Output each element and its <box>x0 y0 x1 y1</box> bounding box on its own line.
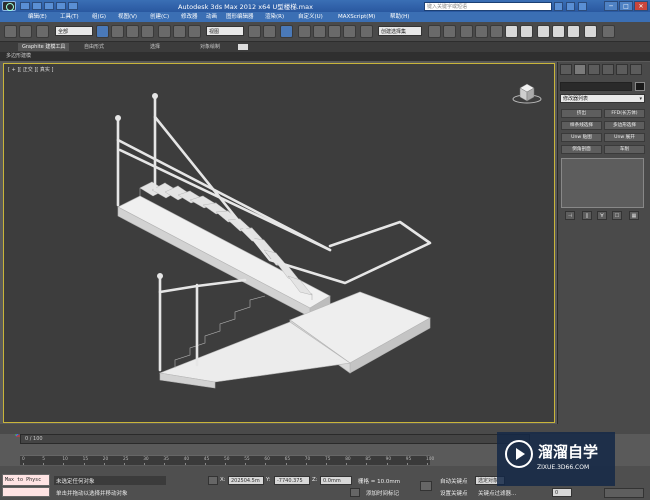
create-tab-icon[interactable] <box>560 64 572 75</box>
maxscript-listener[interactable]: Max to Physc <box>2 474 50 486</box>
timeline-tick-label: 25 <box>123 457 129 462</box>
timeline-tick-label: 100 <box>426 457 435 462</box>
object-name-field[interactable] <box>560 82 632 91</box>
configure-sets-icon[interactable]: ▦ <box>629 211 639 220</box>
watermark-play-icon <box>505 440 533 468</box>
timeline-tick-mark <box>305 463 307 465</box>
timeline-tick-label: 5 <box>42 457 45 462</box>
maxscript-output[interactable] <box>2 487 50 497</box>
timeline-tick-label: 95 <box>405 457 412 462</box>
timeline-tick-label: 55 <box>244 457 250 462</box>
timeline-tick-mark <box>164 463 166 465</box>
timeline-tick-mark <box>386 463 388 465</box>
timeline-tick-label: 70 <box>304 457 311 462</box>
timeline-tick-label: 75 <box>325 457 331 462</box>
show-end-result-icon[interactable]: ∥ <box>582 211 592 220</box>
timeline-tick-label: 60 <box>264 457 270 462</box>
z-coordinate-field[interactable]: 0.0mm <box>320 476 352 485</box>
timeline-tick-label: 15 <box>82 457 89 462</box>
lock-selection-icon[interactable] <box>208 476 218 485</box>
x-label: X: <box>220 477 226 483</box>
utilities-tab-icon[interactable] <box>630 64 642 75</box>
timeline-tick-mark <box>124 463 125 465</box>
timeline-tick-label: 40 <box>183 457 190 462</box>
modify-tab-icon[interactable] <box>574 64 586 75</box>
watermark-url: ZIXUE.3D66.COM <box>537 464 590 471</box>
object-color-swatch[interactable] <box>635 82 645 91</box>
modifier-list-dropdown[interactable]: 修改器列表 <box>560 94 645 104</box>
add-time-tag-button[interactable]: 添加时间标记 <box>366 489 399 497</box>
timeline-tick-mark <box>103 463 105 465</box>
timeline-tick-label: 35 <box>163 457 169 462</box>
pin-stack-icon[interactable]: ⊣ <box>565 211 575 220</box>
prompt-line: 单击并拖动以选择并移动对象 <box>56 491 128 497</box>
viewcube-icon <box>512 83 542 104</box>
display-tab-icon[interactable] <box>616 64 628 75</box>
poly-select-button[interactable]: 多边形选择 <box>604 121 645 130</box>
spline-select-button[interactable]: 样条线选择 <box>561 121 602 130</box>
time-tag-icon[interactable] <box>350 488 360 497</box>
current-frame-field[interactable]: 0 <box>552 488 572 497</box>
set-key-button[interactable]: 设置关键点 <box>440 489 468 497</box>
x-coordinate-field[interactable]: 202504.5m <box>228 476 264 485</box>
timeline-tick-label: 85 <box>365 457 371 462</box>
motion-tab-icon[interactable] <box>602 64 614 75</box>
timeline-tick-label: 50 <box>224 457 230 462</box>
timeline-tick-label: 30 <box>143 457 149 462</box>
hierarchy-tab-icon[interactable] <box>588 64 600 75</box>
make-unique-icon[interactable]: ∀ <box>597 211 607 220</box>
timeline-tick-mark <box>23 463 24 465</box>
time-slider[interactable]: 0 / 100 <box>20 434 530 444</box>
timeline-tick-mark <box>265 463 267 465</box>
watermark-title: 溜溜自学 <box>538 443 599 461</box>
timeline-tick-mark <box>427 463 428 465</box>
auto-key-button[interactable]: 自动关键点 <box>440 477 468 485</box>
remove-modifier-icon[interactable]: ☐ <box>612 211 622 220</box>
timeline-tick-mark <box>43 463 45 465</box>
ffd-box-button[interactable]: FFD(长方体) <box>604 109 645 118</box>
timeline-tick-mark <box>184 463 186 465</box>
z-label: Z: <box>312 477 318 483</box>
selection-status: 未选定任何对象 <box>56 479 95 485</box>
lathe-button[interactable]: 车削 <box>604 145 645 154</box>
viewport-navigation-icons[interactable] <box>604 488 644 498</box>
timeline-tick-label: 80 <box>345 457 351 462</box>
timeline-tick-mark <box>326 463 327 465</box>
modifier-stack[interactable] <box>561 158 644 208</box>
timeline-tick-mark <box>63 463 65 465</box>
timeline-tick-mark <box>83 463 85 465</box>
timeline-tick-label: 20 <box>102 457 109 462</box>
timeline-tick-mark <box>406 463 408 465</box>
timeline-tick-label: 10 <box>62 457 68 462</box>
timeline-tick-mark <box>366 463 368 465</box>
timeline-tick-mark <box>204 463 206 465</box>
timeline-tick-label: 0 <box>22 457 25 462</box>
extrude-button[interactable]: 挤出 <box>561 109 602 118</box>
uvw-map-button[interactable]: Unw 贴图 <box>561 133 602 142</box>
timeline-tick-mark <box>346 463 348 465</box>
timeline-tick-label: 90 <box>385 457 392 462</box>
timeline-tick-label: 65 <box>284 457 291 462</box>
timeline-tick-mark <box>285 463 287 465</box>
y-label: Y: <box>266 477 271 483</box>
bevel-profile-button[interactable]: 倒角剖面 <box>561 145 602 154</box>
timeline-tick-mark <box>245 463 247 465</box>
y-coordinate-field[interactable]: -7740.375 <box>274 476 310 485</box>
timeline-tick-mark <box>225 463 226 465</box>
key-icon[interactable] <box>420 481 432 491</box>
timeline-tick-mark <box>144 463 146 465</box>
key-filters-button[interactable]: 关键点过滤器... <box>478 489 516 497</box>
timeline-tick-label: 45 <box>203 457 210 462</box>
grid-spacing: 栅格 = 10.0mm <box>358 479 401 485</box>
unwrap-uvw-button[interactable]: Unw 展开 <box>604 133 645 142</box>
